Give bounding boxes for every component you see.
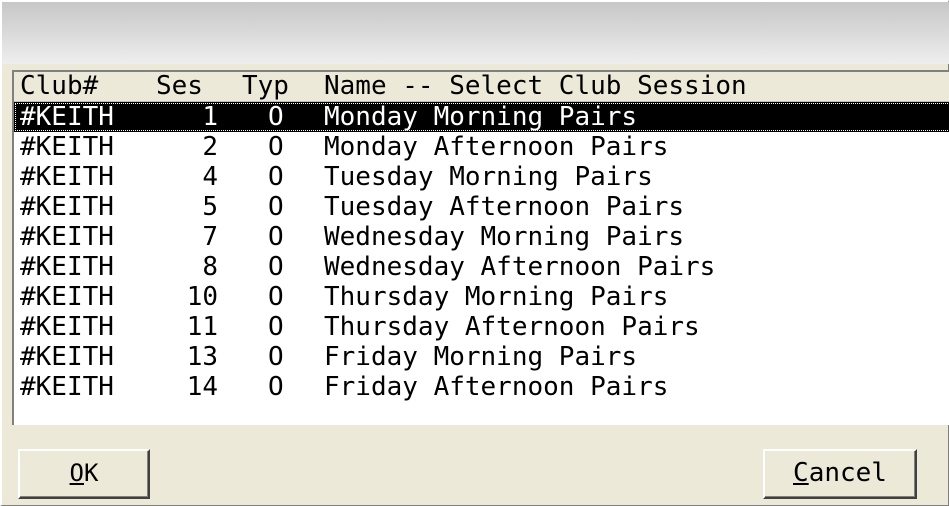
session-number-cell: 13 [186,342,218,372]
type-cell: O [268,282,284,312]
club-cell: #KEITH [20,162,114,192]
session-name-cell: Monday Morning Pairs [324,102,638,132]
ok-label-rest: K [84,459,99,487]
list-item[interactable]: #KEITH 10 O Thursday Morning Pairs [14,282,949,312]
session-name-cell: Wednesday Morning Pairs [324,222,685,252]
session-name-cell: Wednesday Afternoon Pairs [324,252,716,282]
list-item[interactable]: #KEITH 2 O Monday Afternoon Pairs [14,132,949,162]
session-number-cell: 5 [202,192,218,222]
ok-accelerator: O [69,459,84,487]
list-item[interactable]: #KEITH 4 O Tuesday Morning Pairs [14,162,949,192]
list-item[interactable]: #KEITH 7 O Wednesday Morning Pairs [14,222,949,252]
cancel-label-rest: ancel [808,458,887,488]
session-name-cell: Thursday Morning Pairs [324,282,669,312]
list-item[interactable]: #KEITH 5 O Tuesday Afternoon Pairs [14,192,949,222]
type-cell: O [268,162,284,192]
session-name-cell: Friday Morning Pairs [324,342,638,372]
header-ses: Ses [156,71,203,101]
header-name: Name -- Select Club Session [324,71,747,101]
club-cell: #KEITH [20,282,114,312]
session-number-cell: 4 [202,162,218,192]
type-cell: O [268,102,284,132]
list-item[interactable]: #KEITH 13 O Friday Morning Pairs [14,342,949,372]
list-header: Club# Ses Typ Name -- Select Club Sessio… [14,72,949,102]
list-item[interactable]: #KEITH 14 O Friday Afternoon Pairs [14,372,949,402]
club-cell: #KEITH [20,372,114,402]
session-name-cell: Thursday Afternoon Pairs [324,312,700,342]
type-cell: O [268,192,284,222]
session-number-cell: 8 [202,252,218,282]
session-number-cell: 7 [202,222,218,252]
session-number-cell: 14 [186,372,218,402]
session-number-cell: 1 [202,102,218,132]
session-number-cell: 10 [186,282,218,312]
cancel-button[interactable]: Cancel [763,449,917,499]
club-cell: #KEITH [20,222,114,252]
header-club: Club# [20,71,99,101]
select-club-session-dialog: Club# Ses Typ Name -- Select Club Sessio… [0,0,949,506]
type-cell: O [268,342,284,372]
club-cell: #KEITH [20,252,114,282]
session-name-cell: Monday Afternoon Pairs [324,132,669,162]
type-cell: O [268,312,284,342]
type-cell: O [268,222,284,252]
type-cell: O [268,372,284,402]
list-item[interactable]: #KEITH 8 O Wednesday Afternoon Pairs [14,252,949,282]
type-cell: O [268,252,284,282]
header-typ: Typ [242,71,289,101]
title-bar[interactable] [2,2,949,64]
session-name-cell: Friday Afternoon Pairs [324,372,669,402]
session-name-cell: Tuesday Morning Pairs [324,162,653,192]
session-number-cell: 11 [186,312,218,342]
cancel-accelerator: C [793,458,809,488]
club-cell: #KEITH [20,192,114,222]
session-name-cell: Tuesday Afternoon Pairs [324,192,685,222]
club-cell: #KEITH [20,132,114,162]
list-item[interactable]: #KEITH 1 O Monday Morning Pairs [14,102,949,132]
session-number-cell: 2 [202,132,218,162]
type-cell: O [268,132,284,162]
ok-button[interactable]: OK [18,449,150,499]
club-cell: #KEITH [20,102,114,132]
session-listbox[interactable]: Club# Ses Typ Name -- Select Club Sessio… [12,70,949,425]
list-item[interactable]: #KEITH 11 O Thursday Afternoon Pairs [14,312,949,342]
club-cell: #KEITH [20,312,114,342]
club-cell: #KEITH [20,342,114,372]
